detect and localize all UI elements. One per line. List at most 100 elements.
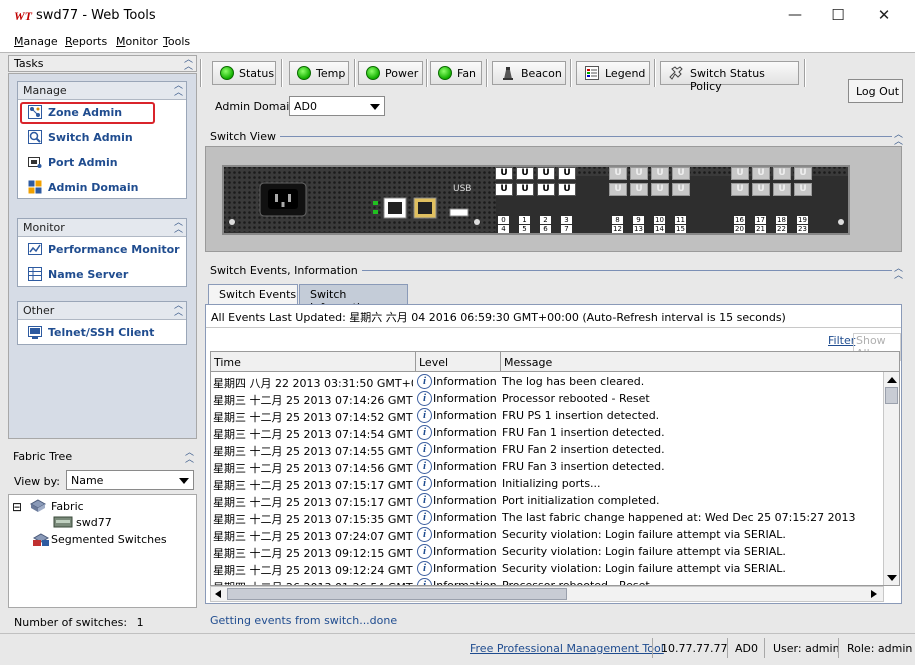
port[interactable]: U	[609, 167, 627, 180]
table-row[interactable]: 星期四 八月 22 2013 03:31:50 GMT+00:... Inform…	[211, 373, 885, 390]
free-management-tool-link[interactable]: Free Professional Management Tool	[470, 642, 664, 655]
port[interactable]: U	[752, 167, 770, 180]
table-row[interactable]: 星期四 十二月 26 2013 01:26:54 GMT+... Informat…	[211, 577, 885, 585]
menu-tools[interactable]: Tools	[163, 35, 190, 48]
tree-node-fabric[interactable]: Fabric	[51, 500, 84, 513]
port[interactable]: U	[773, 183, 791, 196]
close-button[interactable]: ✕	[861, 4, 907, 26]
legend-button[interactable]: Legend	[576, 61, 650, 85]
monitor-collapse-icon[interactable]: ︿ ︿	[174, 219, 183, 235]
task-port-admin[interactable]: Port Admin	[18, 150, 186, 175]
view-by-row: View by: Name	[8, 469, 197, 493]
port-number-bottom: 13	[633, 225, 644, 233]
port[interactable]: U	[651, 183, 669, 196]
task-switch-admin[interactable]: Switch Admin	[18, 125, 186, 150]
vertical-scroll-thumb[interactable]	[885, 387, 898, 404]
table-row[interactable]: 星期三 十二月 25 2013 07:14:54 GMT+... Informat…	[211, 424, 885, 441]
port[interactable]: U	[609, 183, 627, 196]
port[interactable]: U	[794, 167, 812, 180]
status-role: Role: admin	[847, 642, 913, 655]
port[interactable]: U	[495, 183, 513, 196]
task-telnet-ssh-client[interactable]: Telnet/SSH Client	[18, 320, 186, 345]
log-out-button[interactable]: Log Out	[848, 79, 903, 103]
other-collapse-icon[interactable]: ︿ ︿	[174, 302, 183, 318]
tree-node-segmented-switches[interactable]: Segmented Switches	[51, 533, 167, 546]
scroll-down-icon[interactable]	[887, 575, 897, 581]
task-performance-monitor[interactable]: Performance Monitor	[18, 237, 186, 262]
menu-reports[interactable]: Reports	[65, 35, 107, 48]
port[interactable]: U	[495, 167, 513, 180]
port[interactable]: U	[794, 183, 812, 196]
table-row[interactable]: 星期三 十二月 25 2013 07:15:17 GMT+... Informat…	[211, 475, 885, 492]
port[interactable]: U	[651, 167, 669, 180]
menu-monitor[interactable]: Monitor	[116, 35, 158, 48]
tree-collapse-icon[interactable]: ⊟	[12, 500, 22, 514]
switch-view-collapse-icon[interactable]: ︿ ︿	[894, 131, 903, 147]
power-button[interactable]: Power	[358, 61, 423, 85]
switch-status-policy-button[interactable]: Switch Status Policy	[660, 61, 799, 93]
table-row[interactable]: 星期三 十二月 25 2013 07:14:26 GMT+... Informat…	[211, 390, 885, 407]
horizontal-scroll-thumb[interactable]	[227, 588, 567, 600]
port[interactable]: U	[672, 183, 690, 196]
events-vertical-scrollbar[interactable]	[883, 372, 899, 585]
table-row[interactable]: 星期三 十二月 25 2013 07:14:56 GMT+... Informat…	[211, 458, 885, 475]
task-name-server[interactable]: Name Server	[18, 262, 186, 287]
port[interactable]: U	[672, 167, 690, 180]
num-switches-label: Number of switches:	[14, 616, 128, 629]
port[interactable]: U	[558, 167, 576, 180]
port[interactable]: U	[630, 167, 648, 180]
table-row[interactable]: 星期三 十二月 25 2013 07:24:07 GMT+... Informat…	[211, 526, 885, 543]
wrench-icon	[669, 66, 683, 80]
power-led-icon	[366, 66, 380, 80]
filter-link[interactable]: Filter	[828, 334, 855, 347]
num-switches-value: 1	[136, 616, 144, 629]
admin-domain-select[interactable]: AD0	[289, 96, 385, 116]
port[interactable]: U	[773, 167, 791, 180]
port[interactable]: U	[558, 183, 576, 196]
table-row[interactable]: 星期三 十二月 25 2013 09:12:24 GMT+... Informat…	[211, 560, 885, 577]
port[interactable]: U	[752, 183, 770, 196]
fan-button[interactable]: Fan	[430, 61, 482, 85]
tasks-collapse-icon[interactable]: ︿ ︿	[184, 56, 193, 72]
menu-bar: Manage Reports Monitor Tools	[0, 32, 915, 52]
fabric-tree-collapse-icon[interactable]: ︿ ︿	[185, 449, 194, 465]
port[interactable]: U	[516, 167, 534, 180]
port[interactable]: U	[537, 183, 555, 196]
port[interactable]: U	[630, 183, 648, 196]
port[interactable]: U	[731, 167, 749, 180]
legend-button-label: Legend	[605, 67, 646, 80]
view-by-select[interactable]: Name	[66, 470, 194, 490]
event-time: 星期三 十二月 25 2013 07:14:54 GMT+...	[213, 428, 413, 441]
port-number-top: 0	[498, 216, 509, 224]
temp-button[interactable]: Temp	[289, 61, 349, 85]
scroll-right-icon[interactable]	[871, 590, 877, 598]
task-zone-admin[interactable]: Zone Admin	[18, 100, 186, 125]
column-header-time[interactable]: Time	[211, 352, 416, 372]
scroll-left-icon[interactable]	[215, 590, 221, 598]
table-row[interactable]: 星期三 十二月 25 2013 09:12:15 GMT+... Informat…	[211, 543, 885, 560]
maximize-button[interactable]: ☐	[815, 4, 861, 26]
port[interactable]: U	[537, 167, 555, 180]
events-horizontal-scrollbar[interactable]	[210, 586, 884, 602]
table-row[interactable]: 星期三 十二月 25 2013 07:14:55 GMT+... Informat…	[211, 441, 885, 458]
events-collapse-icon[interactable]: ︿ ︿	[894, 265, 903, 281]
tab-switch-events[interactable]: Switch Events	[208, 284, 298, 305]
tab-switch-information[interactable]: Switch Information	[299, 284, 408, 314]
column-header-message[interactable]: Message	[501, 352, 899, 372]
table-row[interactable]: 星期三 十二月 25 2013 07:14:52 GMT+... Informat…	[211, 407, 885, 424]
event-message: FRU Fan 1 insertion detected.	[502, 426, 665, 439]
port[interactable]: U	[516, 183, 534, 196]
column-header-level[interactable]: Level	[416, 352, 501, 372]
tree-node-switch[interactable]: swd77	[76, 516, 112, 529]
status-button[interactable]: Status	[212, 61, 276, 85]
menu-manage[interactable]: Manage	[14, 35, 58, 48]
table-row[interactable]: 星期三 十二月 25 2013 07:15:17 GMT+... Informat…	[211, 492, 885, 509]
beacon-button[interactable]: Beacon	[492, 61, 566, 85]
task-admin-domain[interactable]: Admin Domain	[18, 175, 186, 200]
table-row[interactable]: 星期三 十二月 25 2013 07:15:35 GMT+... Informat…	[211, 509, 885, 526]
port[interactable]: U	[731, 183, 749, 196]
event-message: Security violation: Login failure attemp…	[502, 528, 786, 541]
manage-collapse-icon[interactable]: ︿ ︿	[174, 82, 183, 98]
scroll-up-icon[interactable]	[887, 377, 897, 383]
minimize-button[interactable]: —	[772, 4, 818, 26]
